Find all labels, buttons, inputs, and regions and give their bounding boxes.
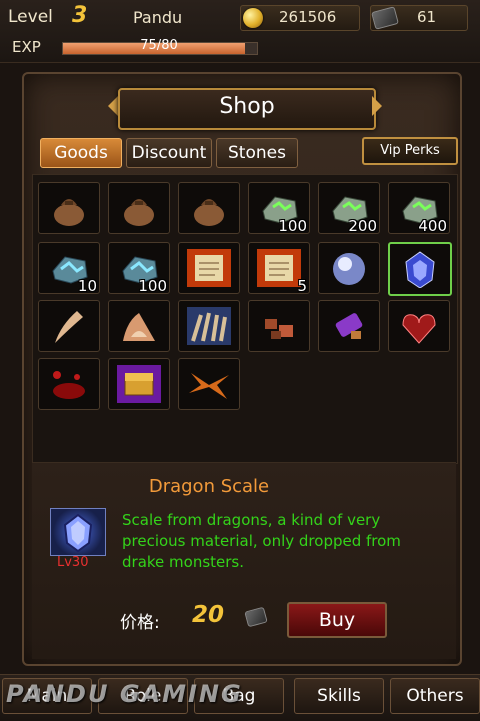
tab-goods[interactable]: Goods — [40, 138, 122, 168]
pearl-orb-icon — [327, 249, 371, 287]
shop-item-slot[interactable] — [388, 300, 450, 352]
premium-currency-counter: 61 — [370, 5, 468, 31]
fire-scroll-icon — [185, 249, 233, 287]
item-quantity: 400 — [418, 217, 447, 234]
shop-item-slot[interactable]: 200 — [318, 182, 380, 234]
tab-discount[interactable]: Discount — [126, 138, 212, 168]
shop-item-slot[interactable] — [108, 300, 170, 352]
blood-splash-icon — [47, 365, 91, 403]
premium-currency-value: 61 — [417, 8, 437, 26]
title-ornament-left-icon — [108, 96, 118, 116]
player-name: Pandu — [133, 8, 183, 27]
shop-title: Shop — [219, 94, 275, 119]
shop-item-slot[interactable] — [38, 300, 100, 352]
shop-item-slot[interactable]: 100 — [248, 182, 310, 234]
shop-item-slot[interactable] — [38, 358, 100, 410]
shop-item-slot[interactable] — [318, 242, 380, 294]
dragon-scale-icon — [50, 508, 106, 556]
shop-item-slot[interactable] — [388, 242, 452, 296]
title-ornament-right-icon — [372, 96, 382, 116]
ore-chunks-icon — [257, 307, 301, 345]
claw-icon — [185, 307, 233, 345]
nav-skills-button[interactable]: Skills — [294, 678, 384, 714]
gold-value: 261506 — [279, 8, 337, 26]
shop-item-slot[interactable] — [178, 300, 240, 352]
shop-item-slot[interactable]: 5 — [248, 242, 310, 294]
exp-text: 75/80 — [140, 38, 178, 53]
gold-counter: 261506 — [240, 5, 360, 31]
item-quantity: 100 — [278, 217, 307, 234]
price-label: 价格: — [120, 613, 160, 633]
watermark: PANDU GAMING — [6, 680, 243, 708]
feather-wing-icon — [187, 365, 231, 403]
shop-item-slot[interactable] — [178, 182, 240, 234]
nav-others-button[interactable]: Others — [390, 678, 480, 714]
shop-item-slot[interactable] — [318, 300, 380, 352]
price-value: 20 — [192, 602, 225, 628]
shop-item-slot[interactable] — [108, 358, 170, 410]
item-quantity: 10 — [77, 277, 97, 294]
shop-item-slot[interactable]: 400 — [388, 182, 450, 234]
fire-scroll-icon — [255, 249, 303, 287]
selected-item-description: Scale from dragons, a kind of very preci… — [122, 511, 401, 571]
tab-stones[interactable]: Stones — [216, 138, 298, 168]
selected-item-name: Dragon Scale — [148, 476, 270, 497]
sack-icon — [187, 189, 231, 227]
vip-perks-button[interactable]: Vip Perks — [362, 137, 458, 165]
sack-icon — [47, 189, 91, 227]
bone-claw-icon — [117, 307, 161, 345]
item-quantity: 100 — [138, 277, 167, 294]
shop-item-slot[interactable] — [108, 182, 170, 234]
shop-item-slot[interactable] — [178, 358, 240, 410]
shop-item-slot[interactable] — [38, 182, 100, 234]
heart-icon — [397, 307, 441, 345]
level-value: 3 — [72, 3, 88, 28]
item-quantity: 200 — [348, 217, 377, 234]
level-label: Level — [8, 7, 53, 27]
fang-icon — [47, 307, 91, 345]
shop-item-slot[interactable]: 10 — [38, 242, 100, 294]
shop-title-banner: Shop — [118, 88, 376, 130]
exp-label: EXP — [12, 38, 41, 56]
purple-vial-icon — [327, 307, 371, 345]
shop-item-slot[interactable] — [178, 242, 240, 294]
shop-item-slot[interactable]: 100 — [108, 242, 170, 294]
gold-coin-icon — [243, 8, 263, 28]
ingot-icon — [371, 6, 399, 30]
treasure-chest-icon — [115, 365, 163, 403]
dragon-scale-icon — [398, 250, 442, 289]
buy-button[interactable]: Buy — [287, 602, 387, 638]
sack-icon — [117, 189, 161, 227]
selected-item-level: Lv30 — [57, 555, 89, 570]
item-quantity: 5 — [297, 277, 307, 294]
shop-item-slot[interactable] — [248, 300, 310, 352]
